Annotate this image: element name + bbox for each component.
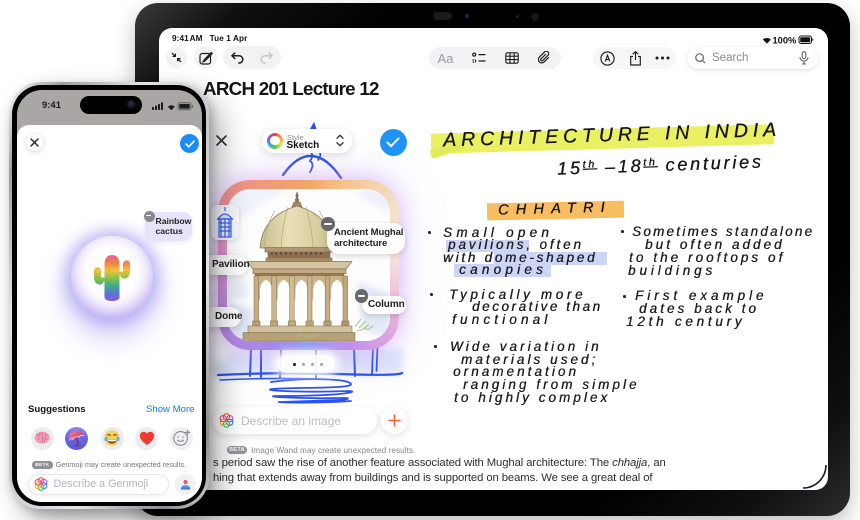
svg-text:100%: 100% [773, 36, 798, 46]
